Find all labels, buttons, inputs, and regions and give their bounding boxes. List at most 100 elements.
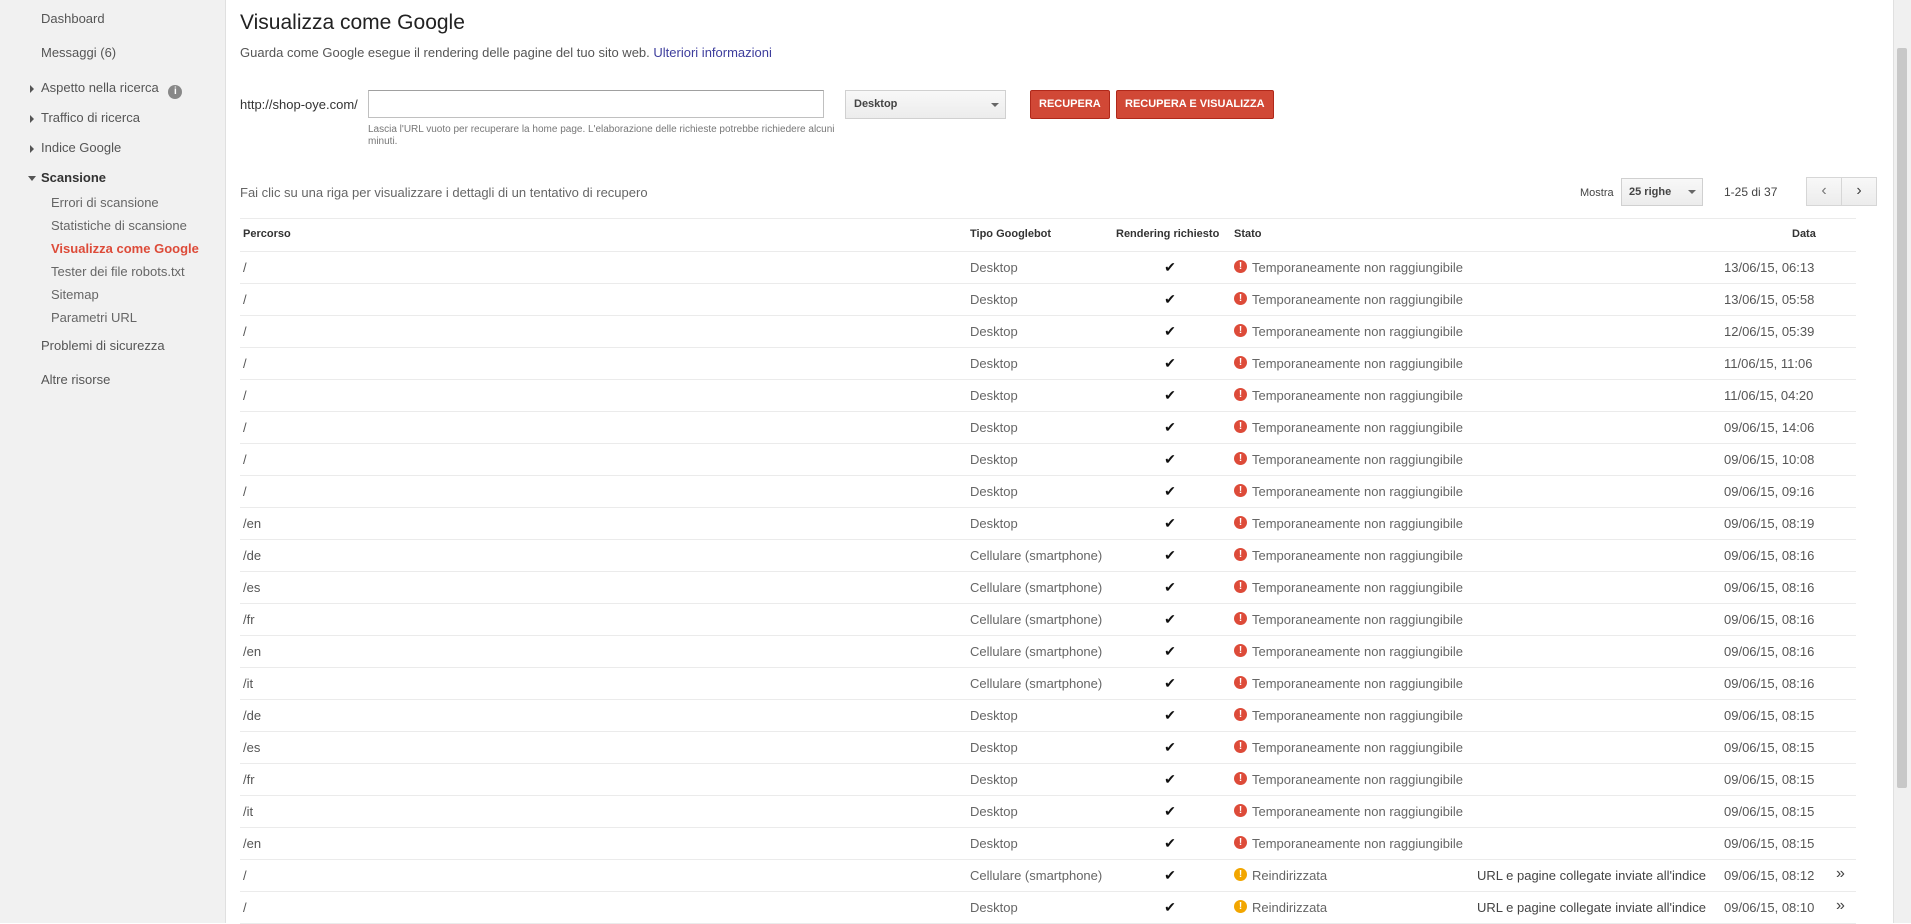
row-status: Temporaneamente non raggiungibile [1252,260,1464,275]
table-row[interactable]: / Desktop ✔! Temporaneamente non raggiungib… [240,252,1856,284]
table-row[interactable]: / Desktop ✔! Temporaneamente non raggiungib… [240,348,1856,380]
prev-page-button[interactable]: ‹ [1806,177,1842,206]
nav-crawl-errors[interactable]: Errori di scansione [51,195,159,210]
nav-search-traffic-label: Traffico di ricerca [41,110,140,125]
chevron-down-icon [1688,190,1696,194]
row-googlebot-type: Cellulare (smartphone) [970,868,1103,883]
info-icon[interactable]: i [168,85,183,99]
table-row[interactable]: /es Cellulare (smartphone) ✔! Temporaneamen… [240,572,1856,604]
row-path: / [243,900,247,915]
row-path: / [243,324,247,339]
row-path: /es [243,740,261,755]
col-header-date[interactable]: Data [1792,228,1816,240]
row-path: /it [243,804,254,819]
row-status: Temporaneamente non raggiungibile [1252,580,1464,595]
check-icon: ✔ [1164,387,1176,403]
nav-fetch-as-google[interactable]: Visualizza come Google [51,241,199,256]
url-input[interactable] [368,90,824,118]
table-row[interactable]: /de Desktop ✔! Temporaneamente non raggiung… [240,700,1856,732]
table-row[interactable]: /it Cellulare (smartphone) ✔! Temporaneamen… [240,668,1856,700]
check-icon: ✔ [1164,483,1176,499]
show-label: Mostra [1580,187,1614,199]
row-status: Temporaneamente non raggiungibile [1252,612,1464,627]
col-header-bot[interactable]: Tipo Googlebot [970,228,1051,240]
row-path: /de [243,708,262,723]
error-icon: ! [1234,580,1247,593]
nav-robots-tester-label: Tester dei file robots.txt [51,264,185,279]
table-row[interactable]: / Desktop ✔! Temporaneamente non raggiungib… [240,476,1856,508]
row-status: Temporaneamente non raggiungibile [1252,548,1464,563]
scrollbar-thumb[interactable] [1897,48,1907,788]
row-date: 12/06/15, 05:39 [1724,324,1815,339]
rows-per-page-value: 25 righe [1629,186,1672,198]
nav-fetch-as-google-label: Visualizza come Google [51,241,199,256]
row-date: 13/06/15, 06:13 [1724,260,1815,275]
nav-robots-tester[interactable]: Tester dei file robots.txt [51,264,185,279]
table-row[interactable]: /en Cellulare (smartphone) ✔! Temporaneamen… [240,636,1856,668]
nav-security-issues[interactable]: Problemi di sicurezza [41,338,165,353]
fetch-and-render-button[interactable]: RECUPERA E VISUALIZZA [1116,90,1274,119]
fetch-history-table: Percorso Tipo Googlebot Rendering richie… [240,218,1856,924]
row-status: Temporaneamente non raggiungibile [1252,772,1464,787]
next-page-button[interactable]: › [1841,177,1877,206]
nav-url-parameters-label: Parametri URL [51,310,137,325]
fetch-button[interactable]: RECUPERA [1030,90,1110,119]
device-select[interactable]: Desktop [845,90,1006,119]
row-googlebot-type: Desktop [970,324,1018,339]
rows-per-page-select[interactable]: 25 righe [1621,178,1703,206]
nav-messages[interactable]: Messaggi (6) [41,45,116,60]
learn-more-link[interactable]: Ulteriori informazioni [653,45,771,60]
table-row[interactable]: /es Desktop ✔! Temporaneamente non raggiung… [240,732,1856,764]
table-row[interactable]: /en Desktop ✔! Temporaneamente non raggiung… [240,508,1856,540]
col-header-render[interactable]: Rendering richiesto [1116,228,1219,240]
check-icon: ✔ [1164,259,1176,275]
row-googlebot-type: Desktop [970,836,1018,851]
col-header-status[interactable]: Stato [1234,228,1262,240]
double-chevron-right-icon[interactable]: » [1836,897,1845,915]
table-row[interactable]: / Desktop ✔! Reindirizzata URL e pagine coll… [240,892,1856,924]
page-scrollbar[interactable] [1893,0,1911,923]
nav-dashboard[interactable]: Dashboard [41,11,105,26]
table-row[interactable]: / Desktop ✔! Temporaneamente non raggiungib… [240,412,1856,444]
table-body: / Desktop ✔! Temporaneamente non raggiungib… [240,252,1856,924]
table-row[interactable]: / Desktop ✔! Temporaneamente non raggiungib… [240,284,1856,316]
table-row[interactable]: /it Desktop ✔! Temporaneamente non raggiung… [240,796,1856,828]
nav-search-traffic[interactable]: Traffico di ricerca [30,110,140,125]
check-icon: ✔ [1164,899,1176,915]
page-subtitle: Guarda come Google esegue il rendering d… [240,45,772,60]
row-status: Reindirizzata [1252,900,1328,915]
row-date: 09/06/15, 08:16 [1724,548,1815,563]
nav-crawl-stats[interactable]: Statistiche di scansione [51,218,187,233]
row-googlebot-type: Desktop [970,388,1018,403]
table-row[interactable]: /fr Cellulare (smartphone) ✔! Temporaneamen… [240,604,1856,636]
error-icon: ! [1234,548,1247,561]
nav-crawl[interactable]: Scansione [28,170,106,185]
check-icon: ✔ [1164,451,1176,467]
table-row[interactable]: / Desktop ✔! Temporaneamente non raggiungib… [240,380,1856,412]
col-header-path[interactable]: Percorso [243,228,291,240]
nav-sitemap[interactable]: Sitemap [51,287,99,302]
row-date: 09/06/15, 08:10 [1724,900,1815,915]
error-icon: ! [1234,420,1247,433]
table-row[interactable]: / Cellulare (smartphone) ✔! Reindirizzata UR… [240,860,1856,892]
row-date: 11/06/15, 11:06 [1724,356,1813,371]
table-row[interactable]: / Desktop ✔! Temporaneamente non raggiungib… [240,316,1856,348]
table-row[interactable]: /en Desktop ✔! Temporaneamente non raggiung… [240,828,1856,860]
table-row[interactable]: /fr Desktop ✔! Temporaneamente non raggiung… [240,764,1856,796]
table-row[interactable]: /de Cellulare (smartphone) ✔! Temporaneamen… [240,540,1856,572]
check-icon: ✔ [1164,675,1176,691]
nav-other-resources[interactable]: Altre risorse [41,372,110,387]
nav-search-appearance[interactable]: Aspetto nella ricerca i [30,80,183,99]
double-chevron-right-icon[interactable]: » [1836,865,1845,883]
nav-url-parameters[interactable]: Parametri URL [51,310,137,325]
row-status: Reindirizzata [1252,868,1328,883]
row-googlebot-type: Desktop [970,484,1018,499]
row-status: Temporaneamente non raggiungibile [1252,740,1464,755]
row-date: 09/06/15, 10:08 [1724,452,1815,467]
warning-icon: ! [1234,900,1247,913]
row-path: /it [243,676,254,691]
nav-google-index[interactable]: Indice Google [30,140,121,155]
row-status-detail: URL e pagine collegate inviate all'indic… [1477,900,1706,915]
table-row[interactable]: / Desktop ✔! Temporaneamente non raggiungib… [240,444,1856,476]
row-date: 09/06/15, 08:16 [1724,676,1815,691]
